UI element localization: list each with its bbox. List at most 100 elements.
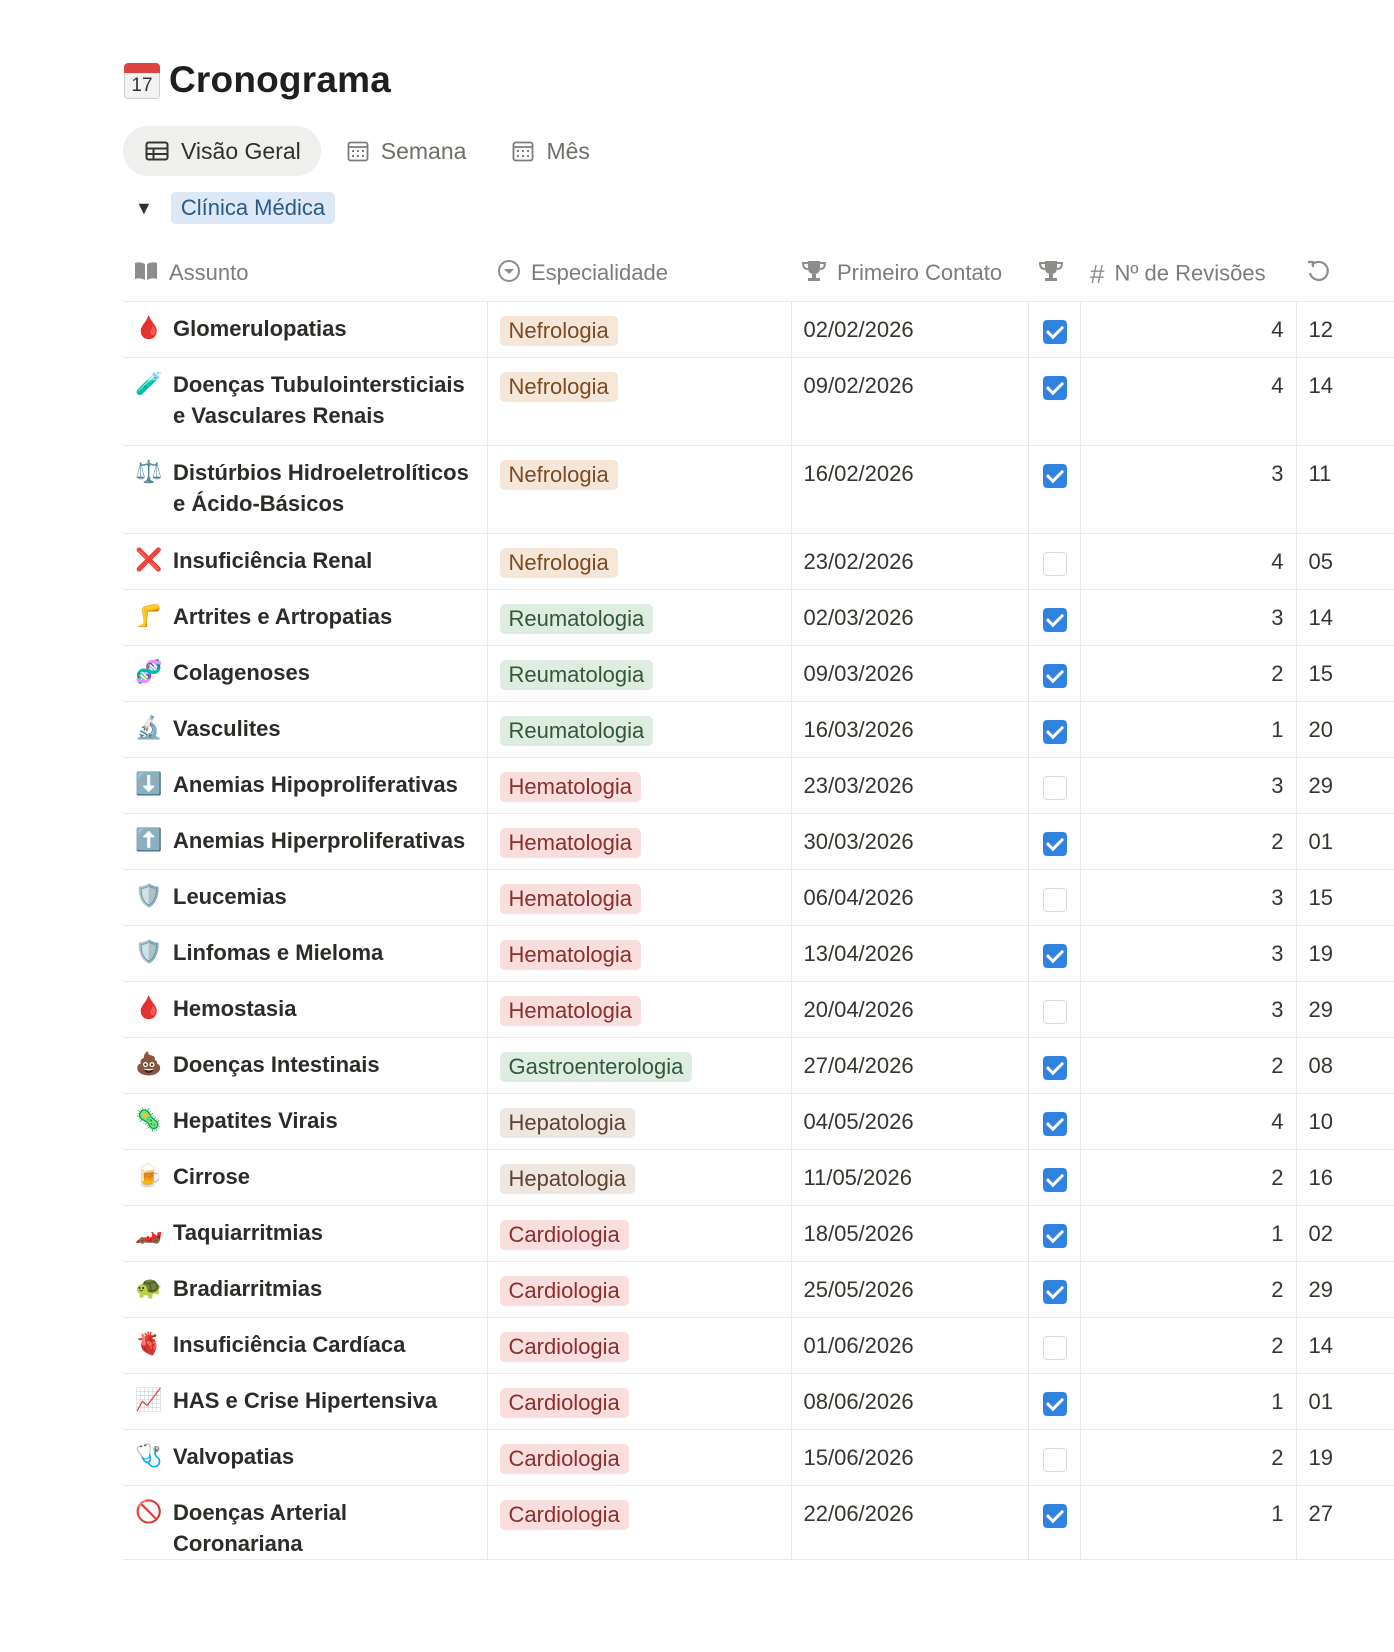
cell-especialidade[interactable]: Cardiologia — [487, 1317, 792, 1374]
cell-assunto[interactable]: 🦠 Hepatites Virais — [123, 1093, 488, 1150]
cell-next[interactable]: 11 — [1296, 445, 1394, 534]
cell-primeiro-contato[interactable]: 11/05/2026 — [791, 1149, 1029, 1206]
cell-checkbox[interactable] — [1028, 645, 1081, 702]
cell-primeiro-contato[interactable]: 20/04/2026 — [791, 981, 1029, 1038]
cell-revisoes[interactable]: 2 — [1080, 1149, 1297, 1206]
subject-title[interactable]: Insuficiência Cardíaca — [173, 1329, 405, 1360]
cell-primeiro-contato[interactable]: 16/03/2026 — [791, 701, 1029, 758]
cell-checkbox[interactable] — [1028, 1429, 1081, 1486]
cell-assunto[interactable]: ⬆️ Anemias Hiperproliferativas — [123, 813, 488, 870]
cell-especialidade[interactable]: Nefrologia — [487, 301, 792, 358]
table-row[interactable]: 🦠 Hepatites Virais Hepatologia 04/05/2026 4 1… — [123, 1093, 1394, 1150]
cell-especialidade[interactable]: Cardiologia — [487, 1429, 792, 1486]
checkbox[interactable] — [1042, 1168, 1067, 1192]
cell-especialidade[interactable]: Hepatologia — [487, 1149, 792, 1206]
checkbox[interactable] — [1042, 1504, 1067, 1528]
table-row[interactable]: 🫀 Insuficiência Cardíaca Cardiologia 01/06/… — [123, 1317, 1394, 1374]
subject-title[interactable]: Artrites e Artropatias — [173, 601, 392, 632]
cell-next[interactable]: 20 — [1296, 701, 1394, 758]
cell-primeiro-contato[interactable]: 01/06/2026 — [791, 1317, 1029, 1374]
cell-especialidade[interactable]: Hematologia — [487, 757, 792, 814]
table-row[interactable]: 🔬 Vasculites Reumatologia 16/03/2026 1 20 — [123, 701, 1394, 758]
cell-especialidade[interactable]: Reumatologia — [487, 645, 792, 702]
subject-title[interactable]: Insuficiência Renal — [173, 545, 372, 576]
table-row[interactable]: 🧪 Doenças Tubulointersticiais e Vasculare… — [123, 357, 1394, 446]
cell-next[interactable]: 29 — [1296, 981, 1394, 1038]
cell-revisoes[interactable]: 3 — [1080, 589, 1297, 646]
column-header-next[interactable] — [1296, 247, 1394, 302]
cell-next[interactable]: 10 — [1296, 1093, 1394, 1150]
cell-revisoes[interactable]: 3 — [1080, 981, 1297, 1038]
cell-revisoes[interactable]: 4 — [1080, 533, 1297, 590]
cell-revisoes[interactable]: 1 — [1080, 1373, 1297, 1430]
cell-revisoes[interactable]: 2 — [1080, 1429, 1297, 1486]
subject-title[interactable]: Doenças Arterial Coronariana — [173, 1497, 475, 1559]
cell-next[interactable]: 05 — [1296, 533, 1394, 590]
tab-visao-geral[interactable]: Visão Geral — [123, 126, 321, 176]
cell-primeiro-contato[interactable]: 16/02/2026 — [791, 445, 1029, 534]
cell-especialidade[interactable]: Gastroenterologia — [487, 1037, 792, 1094]
checkbox[interactable] — [1042, 1056, 1067, 1080]
cell-primeiro-contato[interactable]: 04/05/2026 — [791, 1093, 1029, 1150]
cell-especialidade[interactable]: Hematologia — [487, 925, 792, 982]
subject-title[interactable]: Doenças Intestinais — [173, 1049, 380, 1080]
cell-assunto[interactable]: ⚖️ Distúrbios Hidroeletrolíticos e Ácido-… — [123, 445, 488, 534]
table-row[interactable]: 🛡️ Leucemias Hematologia 06/04/2026 3 15 — [123, 869, 1394, 926]
tab-mes[interactable]: Mês — [490, 126, 609, 176]
group-tag-clinica-medica[interactable]: Clínica Médica — [170, 192, 336, 224]
cell-next[interactable]: 01 — [1296, 813, 1394, 870]
table-row[interactable]: ⬇️ Anemias Hipoproliferativas Hematologia 2… — [123, 757, 1394, 814]
checkbox[interactable] — [1042, 1280, 1067, 1304]
cell-primeiro-contato[interactable]: 23/03/2026 — [791, 757, 1029, 814]
cell-primeiro-contato[interactable]: 08/06/2026 — [791, 1373, 1029, 1430]
subject-title[interactable]: Cirrose — [173, 1161, 250, 1192]
table-row[interactable]: 🩺 Valvopatias Cardiologia 15/06/2026 2 19 — [123, 1429, 1394, 1486]
caret-down-icon[interactable]: ▼ — [135, 198, 153, 219]
cell-primeiro-contato[interactable]: 18/05/2026 — [791, 1205, 1029, 1262]
cell-checkbox[interactable] — [1028, 925, 1081, 982]
cell-primeiro-contato[interactable]: 02/03/2026 — [791, 589, 1029, 646]
cell-especialidade[interactable]: Cardiologia — [487, 1373, 792, 1430]
checkbox[interactable] — [1042, 1000, 1067, 1024]
cell-next[interactable]: 15 — [1296, 645, 1394, 702]
cell-revisoes[interactable]: 3 — [1080, 445, 1297, 534]
cell-assunto[interactable]: 🦵 Artrites e Artropatias — [123, 589, 488, 646]
cell-next[interactable]: 14 — [1296, 357, 1394, 446]
table-row[interactable]: 🧬 Colagenoses Reumatologia 09/03/2026 2 15 — [123, 645, 1394, 702]
table-row[interactable]: 💩 Doenças Intestinais Gastroenterologia 27/… — [123, 1037, 1394, 1094]
cell-checkbox[interactable] — [1028, 1149, 1081, 1206]
table-row[interactable]: 🛡️ Linfomas e Mieloma Hematologia 13/04/202… — [123, 925, 1394, 982]
subject-title[interactable]: Valvopatias — [173, 1441, 294, 1472]
table-row[interactable]: 🦵 Artrites e Artropatias Reumatologia 02/03… — [123, 589, 1394, 646]
cell-next[interactable]: 19 — [1296, 1429, 1394, 1486]
cell-primeiro-contato[interactable]: 22/06/2026 — [791, 1485, 1029, 1560]
cell-revisoes[interactable]: 2 — [1080, 1317, 1297, 1374]
subject-title[interactable]: Vasculites — [173, 713, 281, 744]
cell-primeiro-contato[interactable]: 09/03/2026 — [791, 645, 1029, 702]
table-row[interactable]: ❌ Insuficiência Renal Nefrologia 23/02/2026… — [123, 533, 1394, 590]
cell-especialidade[interactable]: Nefrologia — [487, 533, 792, 590]
cell-checkbox[interactable] — [1028, 1485, 1081, 1560]
cell-next[interactable]: 02 — [1296, 1205, 1394, 1262]
cell-revisoes[interactable]: 1 — [1080, 701, 1297, 758]
checkbox[interactable] — [1042, 1336, 1067, 1360]
table-row[interactable]: 🐢 Bradiarritmias Cardiologia 25/05/2026 2 29 — [123, 1261, 1394, 1318]
cell-primeiro-contato[interactable]: 23/02/2026 — [791, 533, 1029, 590]
cell-primeiro-contato[interactable]: 06/04/2026 — [791, 869, 1029, 926]
cell-checkbox[interactable] — [1028, 757, 1081, 814]
cell-revisoes[interactable]: 2 — [1080, 813, 1297, 870]
checkbox[interactable] — [1042, 1448, 1067, 1472]
checkbox[interactable] — [1042, 1224, 1067, 1248]
cell-next[interactable]: 16 — [1296, 1149, 1394, 1206]
cell-assunto[interactable]: 🩸 Hemostasia — [123, 981, 488, 1038]
cell-primeiro-contato[interactable]: 25/05/2026 — [791, 1261, 1029, 1318]
cell-assunto[interactable]: 🚫 Doenças Arterial Coronariana — [123, 1485, 488, 1560]
cell-next[interactable]: 15 — [1296, 869, 1394, 926]
cell-revisoes[interactable]: 2 — [1080, 645, 1297, 702]
subject-title[interactable]: Leucemias — [173, 881, 287, 912]
cell-next[interactable]: 01 — [1296, 1373, 1394, 1430]
cell-especialidade[interactable]: Nefrologia — [487, 445, 792, 534]
checkbox[interactable] — [1042, 664, 1067, 688]
checkbox[interactable] — [1042, 464, 1067, 488]
table-row[interactable]: 🚫 Doenças Arterial Coronariana Cardiologia… — [123, 1485, 1394, 1560]
